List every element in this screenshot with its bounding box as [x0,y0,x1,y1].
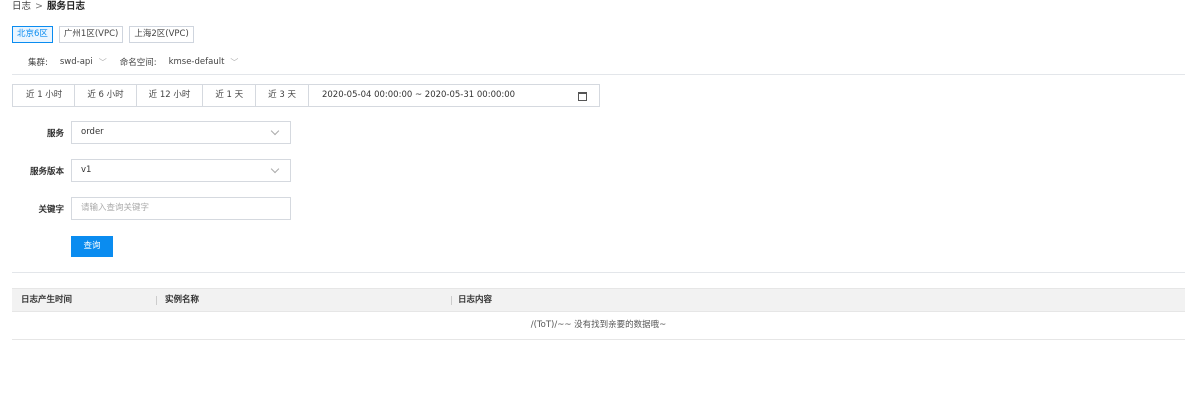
time-preset-1h[interactable]: 近 1 小时 [13,85,76,106]
time-preset-3d[interactable]: 近 3 天 [256,85,309,106]
region-tabs: 北京6区 广州1区(VPC) 上海2区(VPC) [12,26,194,43]
version-value: v1 [81,165,92,175]
service-row: 服务 order [0,121,291,144]
divider [12,272,1185,273]
column-instance-name[interactable]: 实例名称 [165,289,199,311]
chevron-down-icon[interactable]: ﹀ [230,57,238,68]
cluster-select[interactable]: swd-api [60,57,93,67]
keyword-label: 关键字 [38,204,64,215]
keyword-row: 关键字 请输入查询关键字 [0,197,291,220]
version-row: 服务版本 v1 [0,159,291,182]
service-value: order [81,127,104,137]
time-range-bar: 近 1 小时 近 6 小时 近 12 小时 近 1 天 近 3 天 2020-0… [12,84,600,107]
time-preset-1d[interactable]: 近 1 天 [203,85,257,106]
version-label: 服务版本 [29,166,64,177]
date-range-picker[interactable]: 2020-05-04 00:00:00 ~ 2020-05-31 00:00:0… [309,85,599,106]
calendar-icon[interactable] [577,92,587,101]
empty-state: /(ToT)/~~ 没有找到亲要的数据哦~ [12,311,1185,340]
chevron-down-icon [270,126,280,136]
time-preset-6h[interactable]: 近 6 小时 [75,85,137,106]
region-tab-beijing6[interactable]: 北京6区 [12,26,53,43]
cluster-namespace-bar: 集群: swd-api ﹀ 命名空间: kmse-default ﹀ [28,56,251,68]
query-button[interactable]: 查询 [71,236,113,257]
column-log-content[interactable]: 日志内容 [458,289,492,311]
cluster-label: 集群: [28,58,48,68]
service-label: 服务 [46,128,64,139]
divider [12,74,1185,75]
chevron-down-icon[interactable]: ﹀ [99,57,107,68]
chevron-down-icon [270,164,280,174]
column-divider [156,296,157,305]
breadcrumb: 日志 > 服务日志 [12,0,85,14]
namespace-label: 命名空间: [119,58,157,68]
namespace-select[interactable]: kmse-default [169,57,225,67]
keyword-input[interactable]: 请输入查询关键字 [71,197,291,220]
column-log-time[interactable]: 日志产生时间 [21,289,72,311]
keyword-placeholder: 请输入查询关键字 [81,203,150,213]
breadcrumb-current: 服务日志 [46,1,85,12]
date-range-value: 2020-05-04 00:00:00 ~ 2020-05-31 00:00:0… [321,90,516,100]
breadcrumb-separator: > [35,1,43,12]
time-preset-12h[interactable]: 近 12 小时 [137,85,204,106]
region-tab-shanghai2[interactable]: 上海2区(VPC) [129,26,194,43]
version-select[interactable]: v1 [71,159,291,182]
table-header: 日志产生时间 实例名称 日志内容 [12,288,1185,312]
region-tab-guangzhou1[interactable]: 广州1区(VPC) [58,26,124,43]
breadcrumb-parent[interactable]: 日志 [12,1,31,12]
service-select[interactable]: order [71,121,291,144]
column-divider [451,296,452,305]
